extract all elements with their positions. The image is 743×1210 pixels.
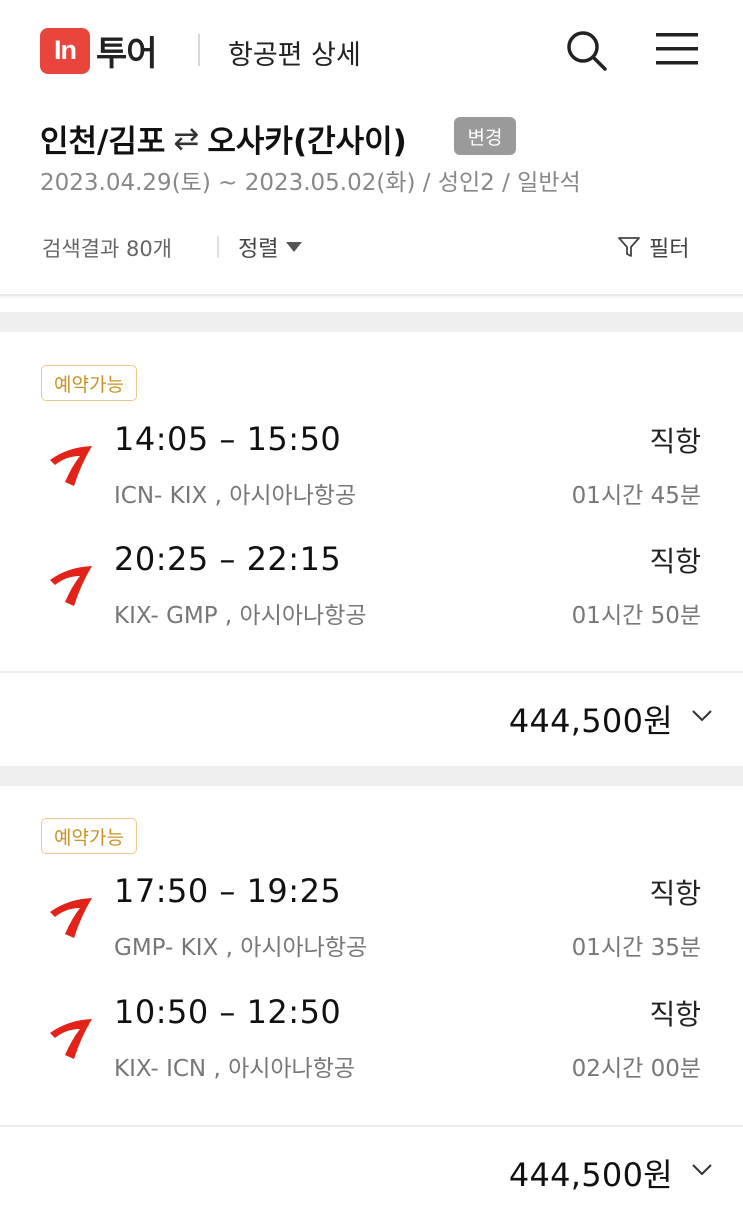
flight-times: 10:50 – 12:50 [114, 993, 342, 1031]
flight-times: 20:25 – 22:15 [114, 540, 342, 578]
page-title: 항공편 상세 [228, 40, 361, 71]
chevron-down-icon[interactable] [691, 1162, 713, 1178]
flight-route: KIX- GMP , 아시아나항공 [114, 603, 367, 629]
flight-times: 17:50 – 19:25 [114, 872, 342, 910]
price: 444,500원 [508, 702, 673, 740]
sort-label: 정렬 [238, 237, 279, 262]
card-divider [0, 1125, 743, 1127]
flight-duration: 01시간 50분 [571, 603, 701, 629]
price: 444,500원 [508, 1156, 673, 1194]
section-gap [0, 312, 743, 332]
search-icon[interactable] [564, 28, 608, 72]
change-button[interactable]: 변경 [454, 117, 516, 155]
airline-logo-icon [50, 1019, 92, 1059]
route-to: 오사카(간사이) [207, 124, 407, 160]
flight-leg: 14:05 – 15:50 ICN- KIX , 아시아나항공 직항 01시간 … [0, 420, 743, 520]
filter-label: 필터 [649, 237, 690, 262]
logo-mark: In [40, 27, 90, 74]
flight-type: 직항 [649, 998, 701, 1031]
logo-text: 투어 [96, 34, 158, 74]
flight-duration: 01시간 35분 [571, 935, 701, 961]
flight-type: 직항 [649, 545, 701, 578]
sort-button[interactable]: 정렬 [238, 231, 303, 263]
flight-type: 직항 [649, 425, 701, 458]
price-row[interactable]: 444,500원 [0, 1150, 743, 1210]
menu-icon[interactable] [654, 30, 700, 68]
swap-arrow-icon: ⇄ [173, 120, 200, 157]
flight-route: KIX- ICN , 아시아나항공 [114, 1056, 356, 1082]
section-gap [0, 766, 743, 786]
status-badge: 예약가능 [41, 818, 137, 854]
flight-route: ICN- KIX , 아시아나항공 [114, 483, 357, 509]
flight-times: 14:05 – 15:50 [114, 420, 342, 458]
filter-icon [618, 237, 640, 257]
route-title: 인천/김포 ⇄ 오사카(간사이) [40, 116, 407, 161]
flight-route: GMP- KIX , 아시아나항공 [114, 935, 368, 961]
flight-leg: 10:50 – 12:50 KIX- ICN , 아시아나항공 직항 02시간 … [0, 993, 743, 1093]
result-count: 검색결과 80개 [42, 237, 172, 261]
logo[interactable]: In 투어 [40, 26, 158, 75]
flight-leg: 17:50 – 19:25 GMP- KIX , 아시아나항공 직항 01시간 … [0, 872, 743, 972]
flight-duration: 01시간 45분 [571, 483, 701, 509]
header-shadow [0, 294, 743, 298]
status-badge: 예약가능 [41, 365, 137, 401]
app-header: In 투어 항공편 상세 [0, 0, 743, 98]
airline-logo-icon [50, 446, 92, 486]
caret-down-icon [286, 242, 303, 252]
airline-logo-icon [50, 898, 92, 938]
chevron-down-icon[interactable] [691, 708, 713, 724]
price-row[interactable]: 444,500원 [0, 696, 743, 756]
flight-leg: 20:25 – 22:15 KIX- GMP , 아시아나항공 직항 01시간 … [0, 540, 743, 640]
header-divider [198, 34, 200, 66]
card-divider [0, 671, 743, 673]
route-from: 인천/김포 [40, 124, 166, 160]
trip-info: 2023.04.29(토) ~ 2023.05.02(화) / 성인2 / 일반… [40, 170, 581, 196]
flight-result-card[interactable]: 예약가능 17:50 – 19:25 GMP- KIX , 아시아나항공 직항 … [0, 786, 743, 1209]
flight-type: 직항 [649, 877, 701, 910]
flight-duration: 02시간 00분 [571, 1056, 701, 1082]
flight-result-card[interactable]: 예약가능 14:05 – 15:50 ICN- KIX , 아시아나항공 직항 … [0, 332, 743, 766]
airline-logo-icon [50, 566, 92, 606]
filter-button[interactable]: 필터 [617, 231, 689, 263]
toolbar-divider [217, 236, 219, 258]
